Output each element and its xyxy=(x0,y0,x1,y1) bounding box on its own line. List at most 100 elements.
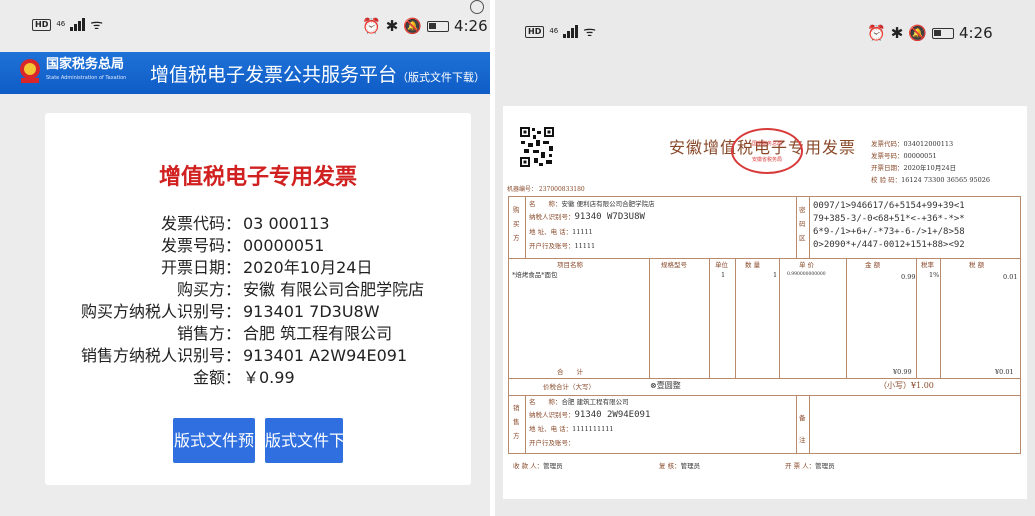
tax-emblem-icon xyxy=(20,59,40,83)
hd-icon: HD xyxy=(525,25,545,38)
total-upper: ⊗壹圆整 xyxy=(650,381,681,391)
invoice-grid: 购买方 名 称：安徽 便利店有限公司合肥学院店 纳税人识别号：91340 W7D… xyxy=(508,196,1021,454)
wifi-icon: ᯤ xyxy=(583,24,597,40)
buyer-side-label: 购买方 xyxy=(513,206,520,242)
col-header: 税率 xyxy=(921,261,934,269)
bluetooth-icon: ✱ xyxy=(385,17,399,35)
meta-row: 校 验 码：16124 73300 36565 95026 xyxy=(871,174,990,186)
buyer-addr-label: 地 址、电 话： xyxy=(529,228,573,236)
hd-icon: HD xyxy=(32,18,52,31)
seller-taxid: 91340 2W94E091 xyxy=(574,410,651,420)
red-seal-stamp: 国家税务总局 安徽省税务局 xyxy=(731,128,803,174)
download-file-button[interactable]: 版式文件下 xyxy=(265,418,343,463)
item-amount: 0.99 xyxy=(901,272,915,282)
total-upper-text: ⊗壹圆整 xyxy=(650,381,681,390)
buyer-name: 安徽 便利店有限公司合肥学院店 xyxy=(561,200,655,208)
buyer-bank: 11111 xyxy=(574,242,596,250)
seller-name-label: 名 称： xyxy=(529,398,562,406)
field-label: 购买方纳税人识别号： xyxy=(80,302,241,321)
field-value: 安徽 有限公司合肥学院店 xyxy=(243,280,425,299)
footer-value: 管理员 xyxy=(680,462,701,470)
item-tax-text: 0.01 xyxy=(1003,273,1018,281)
item-rate: 1% xyxy=(929,270,939,280)
field-label: 发票号码： xyxy=(160,236,241,255)
seller-addr: 1111111111 xyxy=(572,425,614,433)
invoice-card-title: 增值税电子专用发票 xyxy=(158,165,357,190)
cipher-side-label: 密码区 xyxy=(799,206,806,242)
signal-icon xyxy=(563,25,579,38)
meta-label: 发票号码： xyxy=(871,152,904,160)
seller-addr-row: 地 址、电 话：1111111111 xyxy=(529,424,614,434)
field-row: 发票代码： 03 000113 xyxy=(45,214,471,234)
sum-label: 合 计 xyxy=(557,368,583,376)
buyer-addr-row: 地 址、电 话：11111 xyxy=(529,227,593,237)
field-label: 开票日期： xyxy=(160,258,241,277)
field-label: 销售方： xyxy=(176,324,241,343)
meta-value: 00000051 xyxy=(903,152,937,160)
buyer-bank-label: 开户行及账号： xyxy=(529,242,575,250)
seller-name-row: 名 称：合肥 建筑工程有限公司 xyxy=(529,397,629,407)
total-label: 价税合计（大写） xyxy=(543,383,595,391)
buyer-bank-row: 开户行及账号：11111 xyxy=(529,241,595,251)
battery-icon xyxy=(931,27,954,39)
col-header: 项目名称 xyxy=(557,261,583,269)
footer-label: 收 款 人： xyxy=(513,462,544,470)
item-qty-text: 1 xyxy=(773,271,778,279)
item-unit: 1 xyxy=(721,270,725,280)
seller-addr-label: 地 址、电 话： xyxy=(529,425,573,433)
buyer-taxid-label: 纳税人识别号： xyxy=(529,213,575,221)
total-lower: （小写）¥1.00 xyxy=(879,381,934,390)
logo-subtext: State Administration of Taxation xyxy=(46,75,127,81)
platform-title-main: 增值税电子发票公共服务平台 xyxy=(150,64,398,86)
cipher-line: 79+385-3/-0<68+51*<-+36*-*>* xyxy=(813,214,965,224)
field-value: 913401 A2W94E091 xyxy=(243,346,408,365)
circle-icon xyxy=(470,0,484,14)
buyer-addr: 11111 xyxy=(572,228,593,236)
invoice-card: 增值税电子专用发票 发票代码： 03 000113 发票号码： 00000051 开… xyxy=(45,113,471,485)
field-value: 00000051 xyxy=(243,236,325,255)
field-value: 合肥 筑工程有限公司 xyxy=(243,324,393,343)
field-row: 开票日期： 2020年10月24日 xyxy=(45,258,471,278)
invoice-meta: 发票代码：034012000113 发票号码：00000051 开票日期：202… xyxy=(871,138,990,186)
field-value: 2020年10月24日 xyxy=(243,258,373,277)
seller-bank-row: 开户行及账号： xyxy=(529,438,575,448)
right-screen: HD 46 ᯤ ⏰ ✱ 🔕 4:26 安徽增值税电子专用发票 国家税务总局 安徽… xyxy=(495,0,1035,516)
footer-reviewer: 复 核：管理员 xyxy=(659,460,700,470)
mute-icon: 🔕 xyxy=(403,17,422,35)
status-bar: HD 46 ᯤ ⏰ ✱ 🔕 4:26 xyxy=(0,0,490,52)
footer-payee: 收 款 人：管理员 xyxy=(513,460,563,470)
buyer-taxid: 91340 W7D3U8W xyxy=(574,212,645,222)
footer-value: 管理员 xyxy=(815,462,835,470)
col-header: 单 价 xyxy=(799,261,815,269)
signal-icon xyxy=(70,18,86,31)
seal-bottom-text: 安徽省税务局 xyxy=(751,157,782,163)
field-label: 购买方： xyxy=(176,280,241,299)
platform-title-sub: （版式文件下载） xyxy=(397,71,486,84)
network-label: 46 xyxy=(56,20,66,28)
clock-time: 4:26 xyxy=(453,17,488,35)
col-header: 税 额 xyxy=(969,261,985,269)
item-unit-text: 1 xyxy=(721,271,726,279)
col-header: 单位 xyxy=(715,261,728,269)
seller-taxid-row: 纳税人识别号：91340 2W94E091 xyxy=(529,410,650,421)
meta-label: 校 验 码： xyxy=(871,176,902,184)
item-price-text: 0.990000000000 xyxy=(787,272,826,277)
status-bar: HD 46 ᯤ ⏰ ✱ 🔕 4:26 xyxy=(495,0,1035,52)
field-value: 03 000113 xyxy=(243,214,330,233)
col-header: 数 量 xyxy=(745,261,761,269)
alarm-icon: ⏰ xyxy=(362,17,381,35)
footer-label: 开 票 人： xyxy=(785,462,816,470)
field-value: 913401 7D3U8W xyxy=(243,302,380,321)
seller-side-label: 销售方 xyxy=(513,404,520,440)
platform-header: 国家税务总局 State Administration of Taxation … xyxy=(0,52,490,94)
col-header: 规格型号 xyxy=(661,261,687,269)
preview-file-button[interactable]: 版式文件预 xyxy=(173,418,255,463)
meta-label: 发票代码： xyxy=(871,140,904,148)
remark-side-label: 备注 xyxy=(799,414,806,444)
network-label: 46 xyxy=(549,27,559,35)
sum-tax: ¥0.01 xyxy=(995,367,1014,377)
meta-value: 2020年10月24日 xyxy=(903,164,957,172)
buyer-name-label: 名 称： xyxy=(529,200,562,208)
bluetooth-icon: ✱ xyxy=(890,24,904,42)
cipher-line: 0>2090*+/447-0012+151+88><92 xyxy=(813,240,965,250)
